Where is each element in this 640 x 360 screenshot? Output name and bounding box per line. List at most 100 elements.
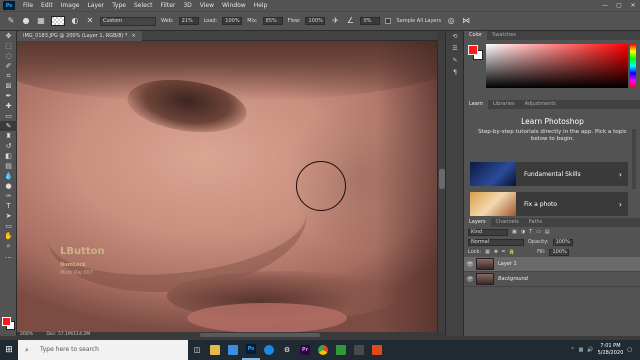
current-brush-load-swatch[interactable] [51, 16, 65, 26]
filter-pixel-icon[interactable]: ▣ [512, 229, 517, 235]
windows-start-icon[interactable]: ⊞ [0, 340, 18, 360]
type-tool-icon[interactable]: T [0, 201, 17, 211]
document-tab[interactable]: IMG_0183.JPG @ 200% (Layer 1, RGB/8) * × [17, 31, 142, 41]
zoom-tool-icon[interactable]: ⌕ [0, 241, 17, 251]
camtasia-icon[interactable] [332, 340, 350, 360]
properties-panel-icon[interactable]: ☰ [446, 43, 464, 55]
eyedropper-tool-icon[interactable]: ✒ [0, 91, 17, 101]
tab-color[interactable]: Color [464, 31, 488, 40]
flow-input[interactable]: 100% [305, 17, 326, 25]
canvas[interactable] [17, 41, 437, 332]
blend-mode-select[interactable]: Normal [468, 238, 524, 246]
vertical-scrollbar[interactable] [437, 41, 445, 332]
mixer-brush-icon[interactable]: ✎ [6, 16, 16, 26]
pressure-icon[interactable]: ◎ [446, 16, 456, 26]
brush-settings-panel-icon[interactable]: ✎ [446, 55, 464, 67]
healing-brush-tool-icon[interactable]: ✚ [0, 101, 17, 111]
volume-icon[interactable]: 🔊 [587, 347, 593, 353]
crop-tool-icon[interactable]: ⌗ [0, 71, 17, 81]
eraser-tool-icon[interactable]: ◧ [0, 151, 17, 161]
menu-view[interactable]: View [196, 2, 218, 9]
load-brush-icon[interactable]: ◐ [70, 16, 80, 26]
layer-row-layer-1[interactable]: 👁 Layer 1 [464, 257, 640, 272]
angle-input[interactable]: 0% [360, 17, 381, 25]
horizontal-scroll-thumb[interactable] [200, 333, 320, 337]
store-icon[interactable] [224, 340, 242, 360]
load-input[interactable]: 100% [222, 17, 243, 25]
lock-all-icon[interactable]: 🔒 [509, 249, 515, 255]
quick-select-tool-icon[interactable]: ✐ [0, 61, 17, 71]
learn-card-fundamental-skills[interactable]: Fundamental Skills › [470, 162, 628, 186]
menu-image[interactable]: Image [57, 2, 84, 9]
hand-tool-icon[interactable]: ✋ [0, 231, 17, 241]
task-view-icon[interactable]: ◫ [188, 340, 206, 360]
eye-icon[interactable]: 👁 [464, 276, 476, 283]
brush-settings-icon[interactable]: ▦ [36, 16, 46, 26]
menu-filter[interactable]: Filter [157, 2, 180, 9]
tab-channels[interactable]: Channels [491, 218, 524, 227]
close-document-icon[interactable]: × [131, 33, 135, 39]
angle-icon[interactable]: ∠ [345, 16, 355, 26]
chevron-up-icon[interactable]: ⌃ [570, 347, 574, 353]
tab-swatches[interactable]: Swatches [487, 31, 521, 40]
brush-preset-icon[interactable]: ● [21, 16, 31, 26]
mix-input[interactable]: 85% [262, 17, 283, 25]
sample-all-layers-checkbox[interactable] [385, 18, 392, 24]
fill-input[interactable]: 100% [549, 248, 570, 256]
lock-pixels-icon[interactable]: ▦ [485, 249, 490, 255]
tab-layers[interactable]: Layers [464, 218, 491, 227]
history-brush-tool-icon[interactable]: ↺ [0, 141, 17, 151]
lasso-tool-icon[interactable]: ◌ [0, 51, 17, 61]
network-icon[interactable]: ▥ [579, 347, 584, 353]
edge-icon[interactable] [260, 340, 278, 360]
filter-adjustment-icon[interactable]: ◑ [521, 229, 525, 235]
opacity-input[interactable]: 100% [552, 238, 573, 246]
pen-tool-icon[interactable]: ✑ [0, 191, 17, 201]
close-window-button[interactable]: ✕ [626, 2, 640, 9]
move-tool-icon[interactable]: ✥ [0, 31, 17, 41]
hue-slider[interactable] [630, 44, 636, 88]
zoom-level[interactable]: 200% [20, 332, 33, 337]
color-picker-field[interactable] [486, 44, 628, 88]
foreground-color-swatch[interactable] [2, 317, 11, 326]
clone-stamp-tool-icon[interactable]: ♜ [0, 131, 17, 141]
settings-gear-icon[interactable]: ⚙ [278, 340, 296, 360]
menu-help[interactable]: Help [250, 2, 272, 9]
shape-tool-icon[interactable]: ▭ [0, 221, 17, 231]
recorder-icon[interactable] [368, 340, 386, 360]
dodge-tool-icon[interactable]: ● [0, 181, 17, 191]
tab-paths[interactable]: Paths [524, 218, 548, 227]
layer-row-background[interactable]: 👁 Background [464, 272, 640, 287]
menu-file[interactable]: File [19, 2, 37, 9]
history-panel-icon[interactable]: ⟲ [446, 31, 464, 43]
lock-position-icon[interactable]: ✥ [494, 249, 498, 255]
paragraph-panel-icon[interactable]: ¶ [446, 67, 464, 79]
menu-layer[interactable]: Layer [83, 2, 108, 9]
mix-preset-select[interactable]: Custom [100, 16, 156, 26]
clean-brush-icon[interactable]: ✕ [85, 16, 95, 26]
color-swatches[interactable] [2, 317, 16, 331]
tab-adjustments[interactable]: Adjustments [520, 100, 561, 109]
learn-card-fix-a-photo[interactable]: Fix a photo › [470, 192, 628, 216]
chrome-icon[interactable] [314, 340, 332, 360]
minimize-button[interactable]: — [598, 2, 612, 9]
premiere-icon[interactable]: Pr [296, 340, 314, 360]
tab-learn[interactable]: Learn [464, 100, 488, 109]
mixer-brush-tool-icon[interactable]: ✎ [0, 121, 17, 131]
tab-libraries[interactable]: Libraries [488, 100, 520, 109]
taskbar-search[interactable]: ⌕ Type here to search [18, 340, 188, 360]
color-panel-foreground[interactable] [468, 45, 478, 55]
filter-type-icon[interactable]: T [529, 229, 532, 235]
frame-tool-icon[interactable]: ⊠ [0, 81, 17, 91]
notification-icon[interactable]: ▢ [627, 347, 632, 353]
clock[interactable]: 7:01 PM 5/28/2020 [598, 343, 624, 357]
brush-tool-icon[interactable]: ▭ [0, 111, 17, 121]
eye-icon[interactable]: 👁 [464, 261, 476, 268]
lock-artboard-icon[interactable]: ⌗ [502, 249, 505, 255]
learn-scrollbar[interactable] [632, 129, 636, 189]
menu-select[interactable]: Select [130, 2, 157, 9]
menu-type[interactable]: Type [108, 2, 130, 9]
gradient-tool-icon[interactable]: ▤ [0, 161, 17, 171]
menu-window[interactable]: Window [218, 2, 250, 9]
file-explorer-icon[interactable] [206, 340, 224, 360]
